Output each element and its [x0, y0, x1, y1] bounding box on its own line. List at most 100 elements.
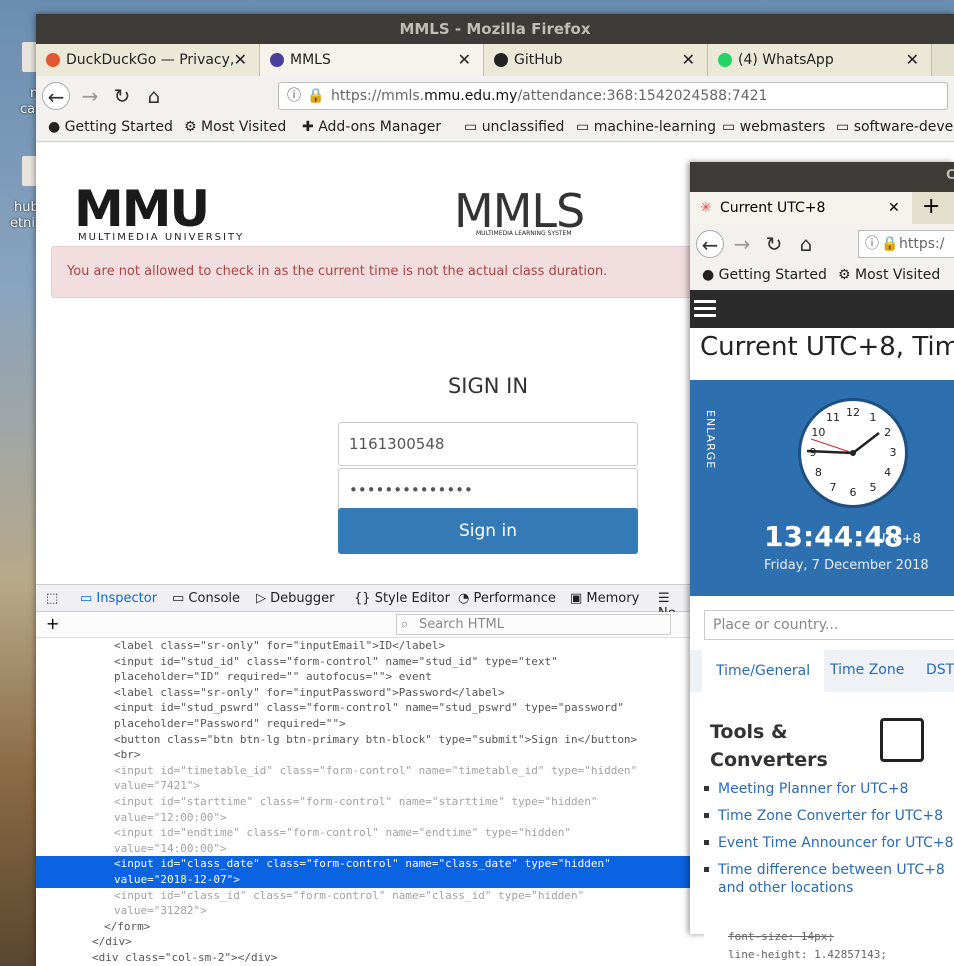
site-header — [690, 290, 954, 328]
html-node-line[interactable]: <input id="timetable_id" class="form-con… — [36, 763, 690, 779]
bookmark-getting-started[interactable]: ● Getting Started — [48, 119, 173, 135]
tab-mmls[interactable]: MMLS ✕ — [260, 44, 484, 76]
tools-heading: Tools & Converters — [710, 721, 828, 771]
bookmark-folder-software[interactable]: ▭ software-deve — [836, 119, 953, 135]
css-rule: line-height: 1.42857143; — [728, 948, 887, 961]
lock-icon: 🔒 — [307, 88, 325, 104]
bookmark-most-visited[interactable]: ⚙ Most Visited — [184, 119, 286, 135]
html-node-line[interactable]: placeholder="ID" required="" autofocus="… — [36, 669, 690, 685]
menu-icon[interactable] — [694, 300, 716, 303]
time-tabs: Time/General Time Zone DST — [690, 650, 954, 692]
html-node-line[interactable]: <br> — [36, 747, 690, 763]
html-node-line[interactable]: placeholder="Password" required=""> — [36, 716, 690, 732]
info-icon[interactable]: ⓘ — [287, 83, 301, 109]
close-icon[interactable]: ✕ — [888, 192, 900, 224]
mmu-logo-subtitle: MULTIMEDIA UNIVERSITY — [78, 232, 245, 243]
html-node-line[interactable]: </div> — [36, 934, 690, 950]
close-icon[interactable]: ✕ — [906, 44, 919, 76]
tab-memory[interactable]: ▣ Memory — [570, 591, 639, 606]
reload-button[interactable]: ↻ — [108, 82, 136, 110]
whatsapp-icon — [718, 53, 732, 67]
tab-debugger[interactable]: ▷ Debugger — [256, 591, 335, 606]
bookmark-getting-started[interactable]: ● Getting Started — [702, 267, 827, 283]
tab-label: MMLS — [290, 52, 331, 68]
tab-dst[interactable]: DST — [926, 662, 954, 678]
link-meeting-planner[interactable]: Meeting Planner for UTC+8 — [704, 780, 954, 798]
html-node-line[interactable]: <label class="sr-only" for="inputPasswor… — [36, 685, 690, 701]
element-picker-icon[interactable]: ⬚ — [46, 591, 58, 606]
tab-duckduckgo[interactable]: DuckDuckGo — Privacy, ✕ — [36, 44, 260, 76]
signin-button[interactable]: Sign in — [338, 508, 638, 554]
html-node-line[interactable]: <button class="btn btn-lg btn-primary bt… — [36, 732, 690, 748]
url-bar[interactable]: ⓘ 🔒 https:/ — [858, 230, 954, 258]
reload-button[interactable]: ↻ — [760, 230, 788, 258]
link-time-zone-converter[interactable]: Time Zone Converter for UTC+8 — [704, 807, 954, 825]
calculator-icon — [880, 718, 924, 762]
mmls-icon — [270, 53, 284, 67]
tab-inspector[interactable]: ▭ Inspector — [80, 591, 157, 606]
close-icon[interactable]: ✕ — [458, 44, 471, 76]
tab-performance[interactable]: ◔ Performance — [458, 591, 556, 606]
home-button[interactable]: ⌂ — [140, 82, 168, 110]
bookmark-folder-webmasters[interactable]: ▭ webmasters — [722, 119, 825, 135]
back-button[interactable]: ← — [42, 82, 70, 110]
url-domain: mmu.edu.my — [424, 88, 518, 104]
html-node-line[interactable]: <input id="class_id" class="form-control… — [36, 888, 690, 904]
close-icon[interactable]: ✕ — [682, 44, 695, 76]
forward-button[interactable]: → — [76, 82, 104, 110]
new-tab-button[interactable]: + — [922, 194, 940, 219]
date-label: Friday, 7 December 2018 — [764, 558, 929, 573]
tab-label: Debugger — [270, 591, 335, 606]
bookmark-label: Getting Started — [718, 267, 827, 283]
tab-whatsapp[interactable]: (4) WhatsApp ✕ — [708, 44, 932, 76]
place-search-input[interactable]: Place or country... — [704, 610, 954, 640]
bookmark-folder-machine-learning[interactable]: ▭ machine-learning — [576, 119, 716, 135]
tab-time-zone[interactable]: Time Zone — [830, 662, 904, 678]
info-icon[interactable]: ⓘ — [865, 231, 879, 257]
html-node-line[interactable]: value="12:00:00"> — [36, 810, 690, 826]
student-id-input[interactable]: 1161300548 — [338, 422, 638, 466]
bookmark-most-visited[interactable]: ⚙ Most Visited — [838, 267, 940, 283]
link-event-announcer[interactable]: Event Time Announcer for UTC+8 — [704, 834, 954, 852]
bookmark-label: Most Visited — [855, 267, 941, 283]
close-icon[interactable]: ✕ — [234, 44, 247, 76]
home-button[interactable]: ⌂ — [792, 230, 820, 258]
tab-current-utc[interactable]: ✳ Current UTC+8 ✕ — [690, 192, 912, 224]
html-node-line[interactable]: <input id="endtime" class="form-control"… — [36, 825, 690, 841]
tab-bar: DuckDuckGo — Privacy, ✕ MMLS ✕ GitHub ✕ (4)… — [36, 44, 954, 76]
html-node-line[interactable]: <input id="stud_pswrd" class="form-contr… — [36, 700, 690, 716]
html-node-line[interactable]: value="7421"> — [36, 778, 690, 794]
bookmark-label: machine-learning — [593, 119, 717, 135]
clock-panel: ENLARGE 12 1 2 3 4 5 6 7 8 9 10 11 13:44:48 UTC+8 F… — [690, 380, 954, 596]
html-node-line[interactable]: <input id="stud_id" class="form-control"… — [36, 654, 690, 670]
search-placeholder: Search HTML — [419, 617, 504, 632]
clock-number: 5 — [869, 480, 877, 494]
html-node-line[interactable]: <label class="sr-only" for="inputEmail">… — [36, 638, 690, 654]
add-node-icon[interactable]: + — [46, 614, 59, 633]
html-node-line[interactable]: </form> — [36, 919, 690, 935]
password-input[interactable]: •••••••••••••• — [338, 468, 638, 512]
search-html-input[interactable]: ⌕ Search HTML — [396, 614, 671, 635]
window-title: MMLS - Mozilla Firefox — [36, 14, 954, 44]
back-button[interactable]: ← — [696, 230, 724, 258]
bookmark-addons[interactable]: ✚ Add-ons Manager — [302, 119, 441, 135]
bookmark-folder-unclassified[interactable]: ▭ unclassified — [464, 119, 564, 135]
html-node-line[interactable]: <input id="class_date" class="form-contr… — [36, 856, 690, 872]
clock-number: 4 — [884, 466, 892, 479]
html-node-line[interactable]: value="31282"> — [36, 903, 690, 919]
tab-github[interactable]: GitHub ✕ — [484, 44, 708, 76]
css-rule: font-size: 14px; — [728, 930, 834, 943]
enlarge-button[interactable]: ENLARGE — [704, 410, 717, 469]
tab-console[interactable]: ▭ Console — [172, 591, 240, 606]
html-node-line[interactable]: value="2018-12-07"> — [36, 871, 690, 888]
tab-style-editor[interactable]: {} Style Editor — [354, 591, 450, 606]
bookmarks-bar: ● Getting Started ⚙ Most Visited ✚ Add-o… — [36, 116, 954, 142]
link-time-difference[interactable]: Time difference between UTC+8 and other … — [704, 861, 954, 897]
html-node-line[interactable]: <div class="col-sm-2"></div> — [36, 950, 690, 966]
url-bar[interactable]: ⓘ 🔒 https://mmls.mmu.edu.my/attendance:3… — [278, 82, 948, 110]
html-tree[interactable]: <label class="sr-only" for="inputEmail">… — [36, 638, 690, 966]
tab-time-general[interactable]: Time/General — [702, 650, 825, 692]
html-node-line[interactable]: <input id="starttime" class="form-contro… — [36, 794, 690, 810]
forward-button[interactable]: → — [728, 230, 756, 258]
html-node-line[interactable]: value="14:00:00"> — [36, 841, 690, 857]
